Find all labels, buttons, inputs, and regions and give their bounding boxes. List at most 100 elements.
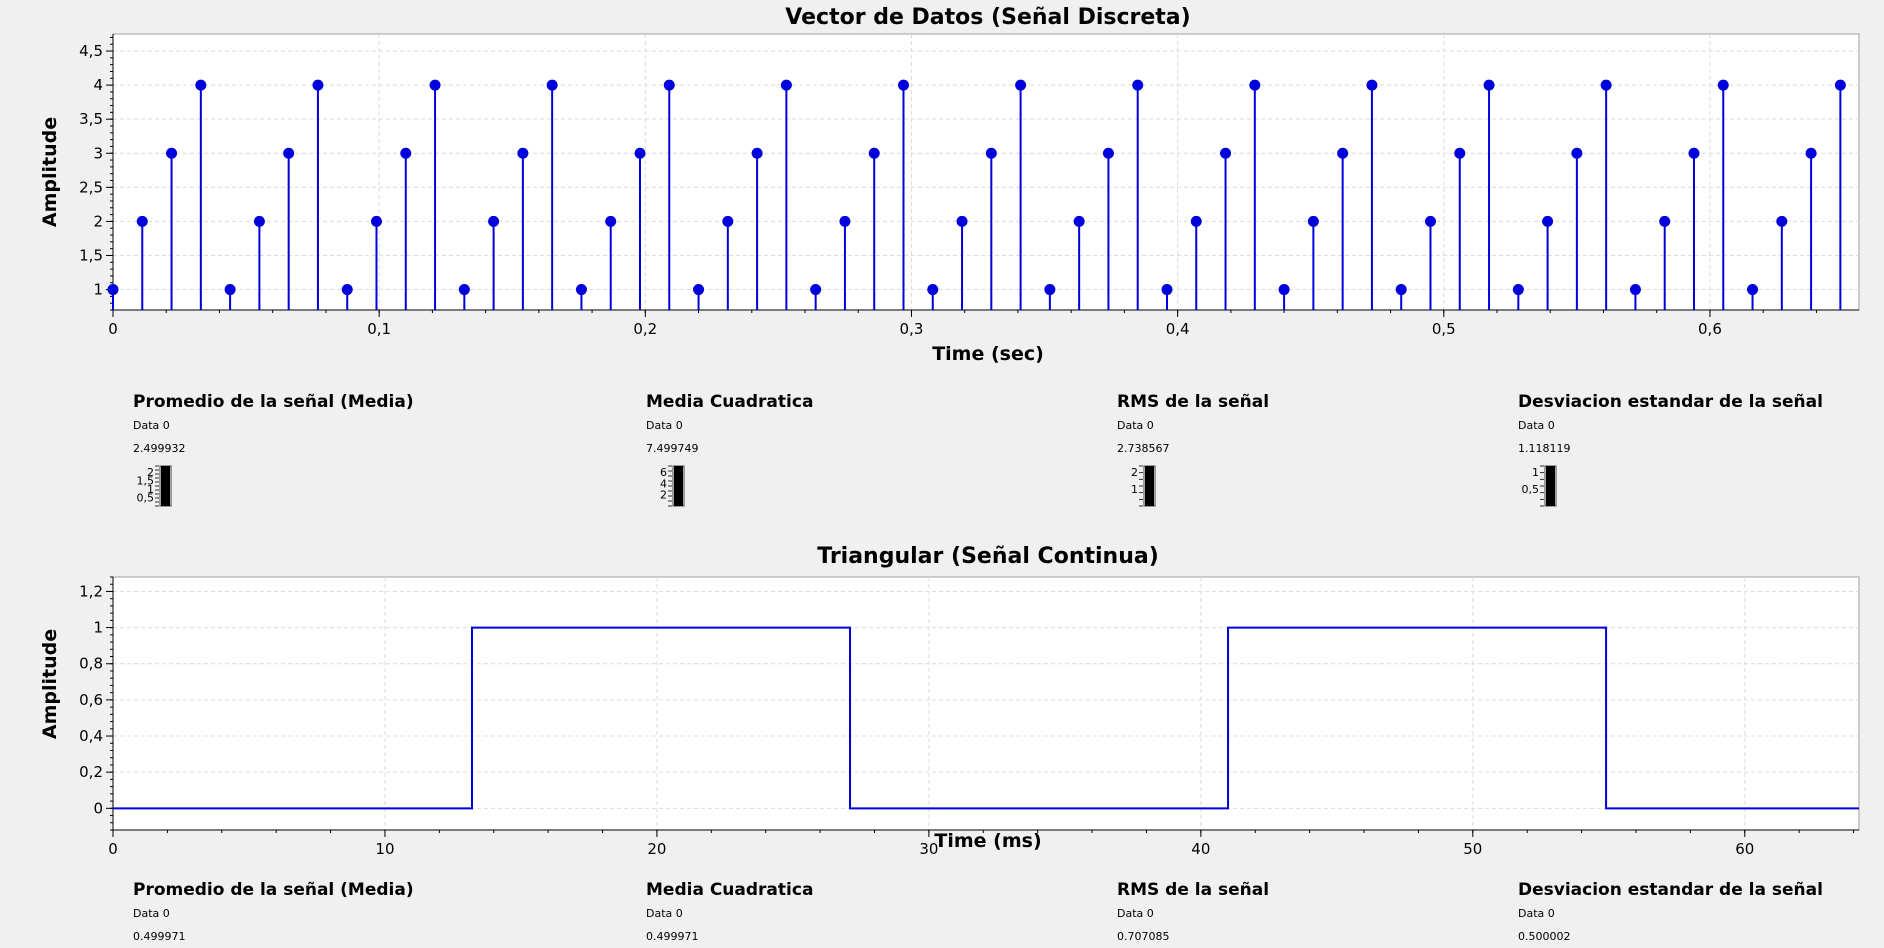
stat-value: 2.499932	[133, 442, 186, 455]
stem-marker	[1102, 147, 1114, 159]
stem-marker	[780, 79, 792, 91]
y-tick-label: 3,5	[79, 110, 103, 128]
stem-marker	[1161, 284, 1173, 296]
x-tick-label: 20	[647, 840, 666, 858]
stat-series-label: Data 0	[133, 419, 170, 432]
meter-scale-label: 2	[1131, 466, 1138, 479]
stat-title: Desviacion estandar de la señal	[1518, 392, 1823, 412]
stem-marker	[1044, 284, 1056, 296]
y-tick-label: 0,8	[79, 655, 103, 673]
stem-marker	[488, 215, 500, 227]
meter-scale-label: 1	[1532, 466, 1539, 479]
stat-series-label: Data 0	[133, 907, 170, 920]
x-tick-label: 60	[1735, 840, 1754, 858]
meter-scale-label: 2	[660, 489, 667, 502]
stem-marker	[722, 215, 734, 227]
meter-scale-label: 0,5	[1522, 483, 1540, 496]
stem-marker	[1132, 79, 1144, 91]
stem-marker	[1512, 284, 1524, 296]
stem-marker	[283, 147, 295, 159]
level-meter: 21,510,5	[137, 465, 172, 507]
continuous-signal-chart: Triangular (Señal Continua) 0 0,2 0,4 0,6 0,…	[39, 544, 1860, 858]
meter-scale-label: 0,5	[137, 492, 155, 505]
x-tick-label: 40	[1191, 840, 1210, 858]
y-tick-label: 1	[93, 281, 103, 299]
stem-marker	[517, 147, 529, 159]
stat-mean-top: Promedio de la señal (Media) Data 0 2.49…	[133, 392, 533, 522]
stem-marker	[1571, 147, 1583, 159]
stat-value: 0.499971	[646, 930, 699, 943]
stem-marker	[107, 284, 119, 296]
stat-rms-top: RMS de la señal Data 0 2.738567 21	[1117, 392, 1517, 522]
stem-marker	[1073, 215, 1085, 227]
y-tick-label: 1,5	[79, 246, 103, 264]
stat-series-label: Data 0	[646, 419, 683, 432]
stat-value: 0.499971	[133, 930, 186, 943]
meter-fill	[1145, 466, 1154, 506]
stem-marker	[429, 79, 441, 91]
stem-marker	[1190, 215, 1202, 227]
discrete-signal-chart: Vector de Datos (Señal Discreta) 1 1,5 2 2,…	[39, 5, 1860, 365]
stem-marker	[1337, 147, 1349, 159]
stem-marker	[927, 284, 939, 296]
stem-marker	[1600, 79, 1612, 91]
stem-marker	[546, 79, 558, 91]
meter-fill	[161, 466, 170, 506]
x-tick-label: 10	[375, 840, 394, 858]
x-tick-label: 0,2	[633, 320, 657, 338]
stem-marker	[1249, 79, 1261, 91]
y-tick-label: 0,4	[79, 727, 103, 745]
stem-marker	[400, 147, 412, 159]
y-tick-label: 0	[93, 799, 103, 817]
stem-marker	[1015, 79, 1027, 91]
stat-mean-square-bottom: Media Cuadratica Data 0 0.499971	[646, 880, 1046, 948]
stem-marker	[1776, 215, 1788, 227]
discrete-chart-title: Vector de Datos (Señal Discreta)	[785, 5, 1190, 30]
stem-marker	[575, 284, 587, 296]
x-tick-label: 0,6	[1698, 320, 1722, 338]
x-tick-label: 0,4	[1166, 320, 1190, 338]
y-tick-label: 2	[93, 212, 103, 230]
y-tick-label: 4,5	[79, 42, 103, 60]
stem-marker	[985, 147, 997, 159]
stat-series-label: Data 0	[1518, 419, 1555, 432]
continuous-y-axis-label: Amplitude	[39, 629, 61, 739]
y-tick-label: 3	[93, 144, 103, 162]
level-meter: 21	[1131, 465, 1156, 507]
stem-marker	[1659, 215, 1671, 227]
stem-marker	[634, 147, 646, 159]
stem-marker	[1424, 215, 1436, 227]
stat-title: Promedio de la señal (Media)	[133, 880, 414, 900]
stem-marker	[1395, 284, 1407, 296]
y-tick-label: 1,2	[79, 582, 103, 600]
y-tick-label: 0,2	[79, 763, 103, 781]
stem-marker	[956, 215, 968, 227]
x-tick-label: 0,1	[367, 320, 391, 338]
y-tick-label: 2,5	[79, 178, 103, 196]
stem-marker	[195, 79, 207, 91]
stem-marker	[1278, 284, 1290, 296]
stem-marker	[1834, 79, 1846, 91]
y-tick-label: 4	[93, 76, 103, 94]
x-tick-label: 0,3	[900, 320, 924, 338]
stat-mean-bottom: Promedio de la señal (Media) Data 0 0.49…	[133, 880, 533, 948]
stem-marker	[458, 284, 470, 296]
meter-scale-label: 1	[1131, 483, 1138, 496]
stem-marker	[1307, 215, 1319, 227]
y-tick-label: 1	[93, 619, 103, 637]
stem-marker	[1454, 147, 1466, 159]
stem-marker	[341, 284, 353, 296]
stem-marker	[1805, 147, 1817, 159]
stem-marker	[868, 147, 880, 159]
stem-marker	[166, 147, 178, 159]
continuous-y-axis: 0 0,2 0,4 0,6 0,8 1 1,2	[79, 576, 114, 831]
x-tick-label: 0	[108, 320, 118, 338]
discrete-y-axis-label: Amplitude	[39, 117, 61, 227]
stem-marker	[663, 79, 675, 91]
continuous-x-axis-label: Time (ms)	[934, 830, 1041, 852]
stem-marker	[1220, 147, 1232, 159]
stem-marker	[839, 215, 851, 227]
x-tick-label: 0	[108, 840, 118, 858]
stat-series-label: Data 0	[1518, 907, 1555, 920]
stem-marker	[1629, 284, 1641, 296]
